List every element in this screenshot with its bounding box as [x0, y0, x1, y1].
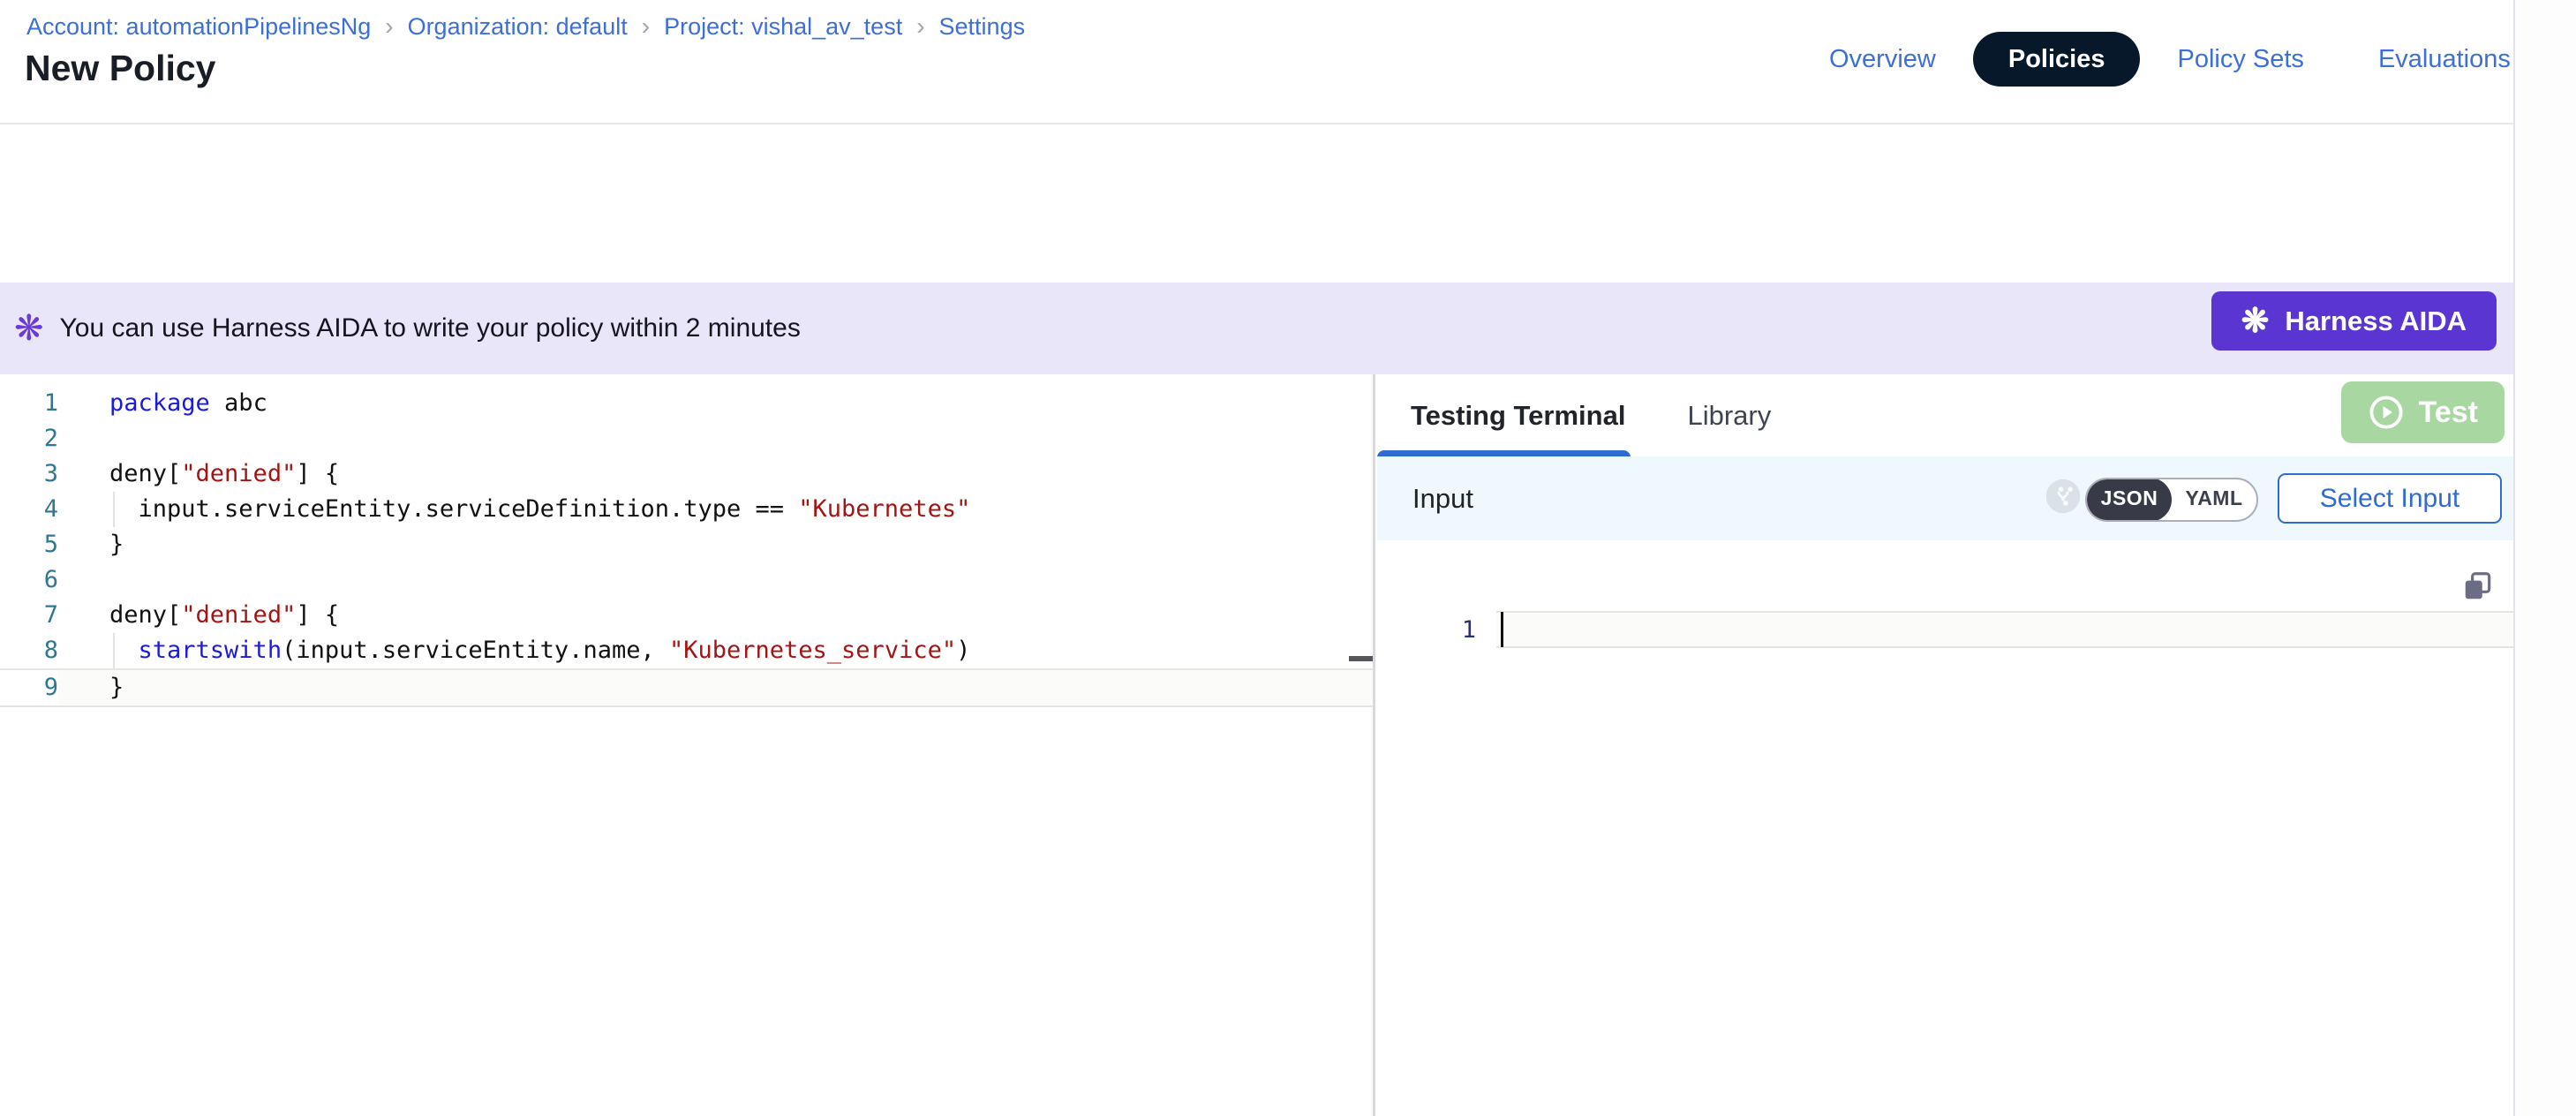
terminal-tabs: Testing Terminal Library [1411, 374, 1771, 456]
nav-tab-policy-sets[interactable]: Policy Sets [2140, 32, 2340, 87]
breadcrumb-separator: › [642, 12, 650, 41]
code-line-content: deny["denied"] { [58, 598, 339, 633]
copy-icon[interactable] [2461, 569, 2495, 603]
line-number: 1 [0, 386, 58, 421]
nav-tab-policies[interactable]: Policies [1973, 32, 2141, 87]
code-line-content: package abc [58, 386, 267, 421]
code-line[interactable]: 1package abc [0, 386, 1375, 421]
code-token-plain: input.serviceEntity.serviceDefinition.ty… [109, 495, 798, 523]
input-label: Input [1412, 483, 1473, 515]
code-line[interactable]: 5} [0, 527, 1375, 562]
line-number: 4 [0, 492, 58, 527]
test-button[interactable]: Test [2341, 381, 2504, 443]
line-number: 9 [0, 670, 58, 705]
code-token-plain: deny[ [109, 460, 181, 487]
format-toggle[interactable]: JSONYAML [2085, 478, 2258, 522]
code-line-content: input.serviceEntity.serviceDefinition.ty… [58, 492, 970, 527]
nav-tab-evaluations[interactable]: Evaluations [2341, 32, 2548, 87]
breadcrumb-item[interactable]: Settings [939, 13, 1026, 41]
harness-aida-button[interactable]: ❋ Harness AIDA [2211, 291, 2497, 351]
select-input-button[interactable]: Select Input [2278, 473, 2502, 524]
test-button-label: Test [2419, 396, 2478, 430]
line-number: 7 [0, 598, 58, 633]
code-line-content: deny["denied"] { [58, 456, 339, 492]
code-token-string: "Kubernetes_service" [669, 637, 956, 664]
code-token-plain: ] { [296, 460, 339, 487]
panel-divider[interactable] [1373, 374, 1375, 1116]
flower-sparkle-icon: ❋ [2241, 305, 2270, 338]
code-token-plain: ) [956, 637, 970, 664]
input-header-strip: Input JSONYAML Select Input [1377, 456, 2513, 540]
line-number: 5 [0, 527, 58, 562]
code-token-string: "denied" [181, 460, 296, 487]
format-option-json[interactable]: JSON [2087, 478, 2172, 522]
terminal-tab-library[interactable]: Library [1687, 400, 1771, 432]
nav-tab-overview[interactable]: Overview [1792, 32, 1973, 87]
play-circle-icon [2368, 394, 2405, 431]
code-line[interactable]: 4 input.serviceEntity.serviceDefinition.… [0, 492, 1375, 527]
code-line-content: } [58, 527, 124, 562]
new-policy-screen: Account: automationPipelinesNg › Organizat… [0, 0, 2576, 1116]
indent-guide [113, 492, 115, 527]
code-token-string: "Kubernetes" [798, 495, 970, 523]
terminal-tab-testing-terminal[interactable]: Testing Terminal [1411, 400, 1625, 432]
harness-aida-button-label: Harness AIDA [2285, 305, 2467, 337]
code-token-plain: } [109, 674, 124, 701]
indent-guide [113, 633, 115, 668]
format-option-yaml[interactable]: YAML [2172, 478, 2256, 522]
page-title: New Policy [25, 48, 215, 89]
code-token-plain: (input.serviceEntity.name, [282, 637, 669, 664]
breadcrumb-item[interactable]: Account: automationPipelinesNg [26, 13, 371, 41]
code-line-content: } [58, 670, 124, 705]
code-token-plain: abc [210, 389, 267, 417]
policy-bar: Default_Service_Policy Save [0, 126, 2513, 283]
nav-tabs: OverviewPoliciesPolicy SetsEvaluations [1792, 32, 2548, 87]
code-line[interactable]: 9} [0, 668, 1375, 707]
testing-terminal-panel: Testing Terminal Library Test Input JSONY… [1377, 374, 2513, 1116]
breadcrumb-separator: › [916, 12, 924, 41]
aida-banner-message: You can use Harness AIDA to write your p… [60, 313, 801, 343]
code-token-string: "denied" [181, 601, 296, 629]
text-cursor [1501, 612, 1503, 647]
line-number: 8 [0, 633, 58, 668]
breadcrumb-separator: › [385, 12, 393, 41]
code-line[interactable]: 8 startswith(input.serviceEntity.name, "… [0, 633, 1375, 668]
code-token-plain: ] { [296, 601, 339, 629]
code-line-content [58, 562, 109, 598]
aida-message-group: ❋ You can use Harness AIDA to write your… [14, 311, 801, 346]
breadcrumb-item[interactable]: Organization: default [408, 13, 628, 41]
line-number: 3 [0, 456, 58, 492]
flower-sparkle-icon: ❋ [14, 311, 44, 346]
code-line[interactable]: 7deny["denied"] { [0, 598, 1375, 633]
code-line[interactable]: 2 [0, 421, 1375, 456]
policy-code-editor[interactable]: 1package abc23deny["denied"] {4 input.se… [0, 374, 1375, 1116]
code-line-content [58, 421, 109, 456]
code-line-content: startswith(input.serviceEntity.name, "Ku… [58, 633, 970, 668]
aida-banner: ❋ You can use Harness AIDA to write your… [0, 283, 2513, 374]
code-token-plain: deny[ [109, 601, 181, 629]
code-line[interactable]: 6 [0, 562, 1375, 598]
breadcrumb: Account: automationPipelinesNg › Organizat… [26, 12, 1025, 41]
breadcrumb-item[interactable]: Project: vishal_av_test [664, 13, 902, 41]
line-number: 2 [0, 421, 58, 456]
input-editor-active-line[interactable] [1496, 611, 2513, 648]
overview-ruler-cursor [1349, 656, 1374, 661]
input-editor[interactable]: 1 [1377, 540, 2513, 1116]
line-number: 6 [0, 562, 58, 598]
line-number: 1 [1377, 615, 1476, 646]
scrollbar-gutter[interactable] [2513, 0, 2576, 1116]
code-line[interactable]: 3deny["denied"] { [0, 456, 1375, 492]
code-token-keyword: package [109, 389, 210, 417]
branch-circle-icon[interactable] [2045, 478, 2082, 515]
page-header: Account: automationPipelinesNg › Organizat… [0, 0, 2513, 124]
code-token-keyword: startswith [139, 637, 282, 664]
code-token-plain: } [109, 531, 124, 558]
